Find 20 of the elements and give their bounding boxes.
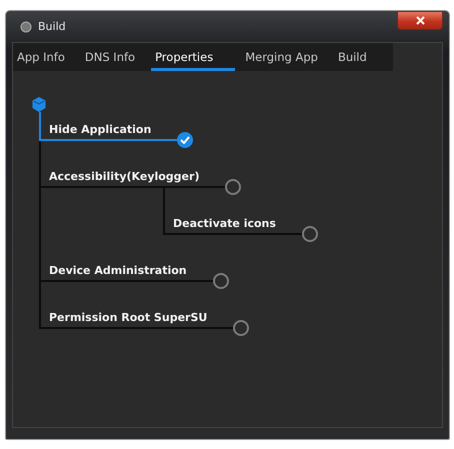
tab[interactable]: DNS Info bbox=[84, 43, 146, 71]
tab[interactable]: Properties bbox=[151, 43, 236, 71]
option-label: Accessibility(Keylogger) bbox=[48, 170, 200, 185]
close-button[interactable] bbox=[397, 11, 443, 30]
option-label: Deactivate icons bbox=[172, 217, 277, 232]
option-label: Device Administration bbox=[48, 264, 188, 279]
radio-button[interactable] bbox=[233, 320, 250, 336]
radio-button[interactable] bbox=[302, 226, 318, 242]
tab[interactable]: App Info bbox=[17, 43, 75, 71]
checked-radio[interactable] bbox=[177, 132, 194, 148]
radio-button[interactable] bbox=[225, 179, 242, 195]
close-icon bbox=[416, 16, 424, 25]
check-icon bbox=[180, 136, 190, 144]
tab[interactable]: Merging App bbox=[245, 43, 328, 71]
app-icon bbox=[20, 20, 32, 32]
radio-button[interactable] bbox=[212, 273, 229, 289]
option-label: Hide Application bbox=[48, 123, 152, 138]
window-title: Build bbox=[38, 20, 66, 33]
tab[interactable]: Build bbox=[338, 43, 377, 71]
option-label: Permission Root SuperSU bbox=[48, 311, 208, 326]
